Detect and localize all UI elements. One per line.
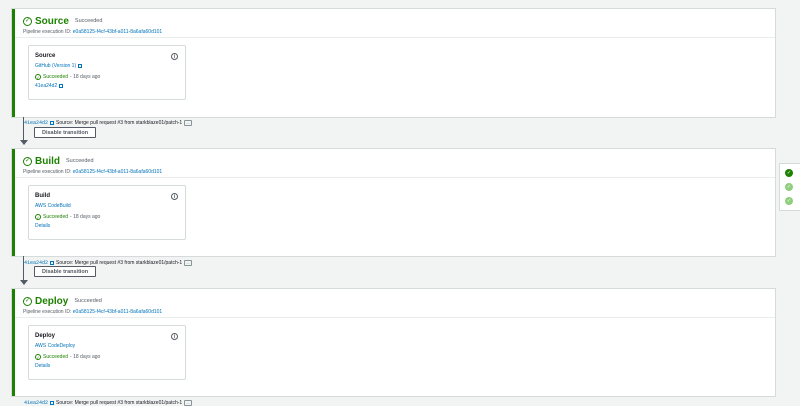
stage-title: Build: [35, 155, 60, 167]
more-button[interactable]: ...: [184, 120, 192, 126]
disable-transition-button[interactable]: Disable transition: [34, 266, 97, 277]
external-link-icon: [50, 261, 55, 265]
commit-message: Source: Merge pull request #3 from stark…: [56, 400, 183, 406]
execution-label: Pipeline execution ID:: [23, 29, 72, 35]
external-link-icon: [50, 121, 55, 125]
action-name: Deploy: [35, 333, 56, 339]
stage-nav-deploy-icon[interactable]: ✓: [785, 197, 793, 205]
stage-source: ✓ Source Succeeded Pipeline execution ID…: [12, 9, 775, 126]
action-time-ago: - 18 days ago: [70, 214, 101, 220]
action-status-label: Succeeded: [43, 354, 69, 360]
stage-status: Succeeded: [74, 298, 102, 304]
details-link-label[interactable]: Details: [35, 363, 50, 369]
action-status: ✓ Succeeded - 18 days ago: [35, 354, 185, 360]
details-link[interactable]: Details: [35, 223, 185, 229]
stage-nav-source-icon[interactable]: ✓: [785, 169, 793, 177]
commit-row: 41ea24d2 Source: Merge pull request #3 f…: [24, 400, 192, 406]
check-circle-icon: ✓: [35, 214, 41, 220]
stage-header: ✓ Source Succeeded Pipeline execution ID…: [15, 9, 775, 38]
arrow-down-icon: [20, 140, 28, 145]
stage-header: ✓ Build Succeeded Pipeline execution ID:…: [15, 149, 775, 178]
action-status-label: Succeeded: [43, 74, 69, 80]
provider-link[interactable]: AWS CodeBuild: [35, 203, 185, 209]
commit-link-label[interactable]: 41ea24d2: [35, 83, 57, 89]
action-card: Build AWS CodeBuild ✓ Succeeded - 18 day…: [28, 185, 186, 240]
action-status-label: Succeeded: [43, 214, 69, 220]
info-icon[interactable]: i: [171, 333, 178, 340]
stage-header: ✓ Deploy Succeeded Pipeline execution ID…: [15, 289, 775, 318]
commit-message: Source: Merge pull request #3 from stark…: [56, 120, 183, 126]
action-card: Source GitHub (Version 1) ✓ Succeeded - …: [28, 45, 186, 100]
action-time-ago: - 18 days ago: [70, 74, 101, 80]
check-circle-icon: ✓: [23, 296, 32, 306]
execution-label: Pipeline execution ID:: [23, 169, 72, 175]
stage-body: Build AWS CodeBuild ✓ Succeeded - 18 day…: [15, 178, 775, 266]
more-button[interactable]: ...: [184, 260, 192, 266]
info-icon[interactable]: i: [171, 193, 178, 200]
disable-transition-button[interactable]: Disable transition: [34, 127, 97, 138]
action-card: Deploy AWS CodeDeploy ✓ Succeeded - 18 d…: [28, 325, 186, 380]
transition-line: [23, 256, 25, 281]
commit-link[interactable]: 41ea24d2: [35, 83, 185, 89]
action-name: Build: [35, 193, 50, 199]
stage-body: Source GitHub (Version 1) ✓ Succeeded - …: [15, 38, 775, 126]
provider-label[interactable]: GitHub (Version 1): [35, 63, 76, 69]
stage-status: Succeeded: [74, 18, 103, 24]
commit-id-link[interactable]: 41ea24d2: [24, 120, 48, 126]
arrow-down-icon: [20, 280, 28, 285]
details-link[interactable]: Details: [35, 363, 185, 369]
check-circle-icon: ✓: [35, 74, 41, 80]
stage-build: ✓ Build Succeeded Pipeline execution ID:…: [12, 149, 775, 266]
execution-id-link[interactable]: e0a58125-f4cf-43bf-a011-8a6afa60d101: [73, 169, 162, 175]
commit-row: 41ea24d2 Source: Merge pull request #3 f…: [24, 120, 192, 126]
info-icon[interactable]: i: [171, 53, 178, 60]
execution-id-link[interactable]: e0a58125-f4cf-43bf-a011-8a6afa60d101: [73, 309, 162, 315]
execution-label: Pipeline execution ID:: [23, 309, 72, 315]
stage-title: Source: [35, 15, 69, 27]
check-circle-icon: ✓: [23, 16, 32, 26]
stage-body: Deploy AWS CodeDeploy ✓ Succeeded - 18 d…: [15, 318, 775, 406]
action-name: Source: [35, 53, 56, 59]
action-status: ✓ Succeeded - 18 days ago: [35, 214, 185, 220]
commit-id-link[interactable]: 41ea24d2: [24, 400, 48, 406]
action-status: ✓ Succeeded - 18 days ago: [35, 74, 185, 80]
external-link-icon: [50, 401, 55, 405]
more-button[interactable]: ...: [184, 400, 192, 406]
execution-id-link[interactable]: e0a58125-f4cf-43bf-a011-8a6afa60d101: [73, 29, 162, 35]
external-link-icon: [78, 64, 83, 68]
provider-link[interactable]: GitHub (Version 1): [35, 63, 185, 69]
stage-nav-build-icon[interactable]: ✓: [785, 183, 793, 191]
action-time-ago: - 18 days ago: [70, 354, 101, 360]
external-link-icon: [59, 84, 64, 88]
provider-link[interactable]: AWS CodeDeploy: [35, 343, 185, 349]
transition-line: [23, 117, 25, 141]
check-circle-icon: ✓: [35, 354, 41, 360]
provider-label[interactable]: AWS CodeBuild: [35, 203, 71, 209]
stage-title: Deploy: [35, 295, 69, 307]
stage-deploy: ✓ Deploy Succeeded Pipeline execution ID…: [12, 289, 775, 406]
details-link-label[interactable]: Details: [35, 223, 50, 229]
provider-label[interactable]: AWS CodeDeploy: [35, 343, 75, 349]
stage-status: Succeeded: [66, 158, 94, 164]
stage-navigator: ✓ ✓ ✓: [780, 164, 800, 210]
check-circle-icon: ✓: [23, 156, 32, 166]
